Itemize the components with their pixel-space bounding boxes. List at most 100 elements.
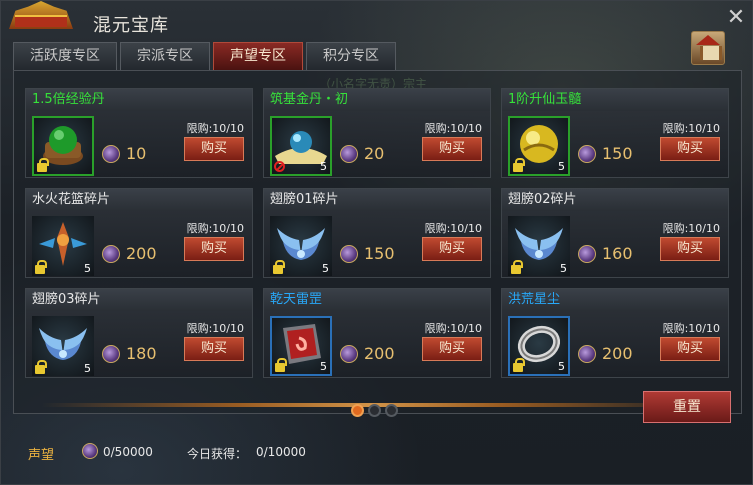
reset-button[interactable]: 重置 (643, 391, 731, 423)
window-title: 混元宝库 (93, 15, 169, 36)
buy-button[interactable]: 购买 (660, 337, 720, 361)
reputation-coin-icon (102, 145, 120, 163)
shop-item-card: 1.5倍经验丹 10 限购:10/10 购买 (25, 88, 253, 178)
item-name: 洪荒星尘 (502, 289, 728, 311)
shop-item-card: 筑基金丹・初 5 20 限购:10/10 购买 (263, 88, 491, 178)
buy-button[interactable]: 购买 (184, 237, 244, 261)
today-gain-value: 0/10000 (256, 445, 306, 459)
limit-prefix: 限购: (424, 222, 451, 235)
reputation-coin-icon (340, 345, 358, 363)
item-name: 水火花篮碎片 (26, 189, 252, 211)
purchase-limit: 限购:10/10 (187, 220, 244, 236)
building-icon[interactable] (691, 31, 725, 65)
limit-prefix: 限购: (186, 222, 213, 235)
item-count: 5 (320, 360, 327, 373)
item-price: 200 (602, 344, 633, 363)
shop-item-card: 翅膀01碎片 5 150 限购:10/10 购买 (263, 188, 491, 278)
close-button[interactable]: ✕ (724, 7, 748, 31)
buy-button[interactable]: 购买 (422, 137, 482, 161)
purchase-limit: 限购:10/10 (187, 320, 244, 336)
shop-item-card: 1阶升仙玉髓 5 150 限购:10/10 购买 (501, 88, 729, 178)
item-price: 160 (602, 244, 633, 263)
item-slot[interactable]: 5 (508, 216, 570, 276)
lock-icon (513, 358, 525, 372)
reputation-value: 0/50000 (103, 445, 153, 459)
limit-prefix: 限购: (662, 222, 689, 235)
forbidden-icon (274, 161, 285, 172)
buy-button[interactable]: 购买 (660, 137, 720, 161)
reputation-coin-icon (578, 245, 596, 263)
item-slot[interactable]: 5 (508, 316, 570, 376)
buy-button[interactable]: 购买 (184, 137, 244, 161)
item-slot[interactable]: 5 (32, 316, 94, 376)
item-slot[interactable]: 5 (32, 216, 94, 276)
item-price: 10 (126, 144, 147, 163)
item-slot[interactable]: 5 (270, 316, 332, 376)
tab-sect[interactable]: 宗派专区 (120, 42, 210, 70)
item-price: 200 (364, 344, 395, 363)
logo-base (15, 15, 67, 27)
limit-value: 10/10 (212, 322, 244, 335)
limit-value: 10/10 (212, 222, 244, 235)
buy-button[interactable]: 购买 (422, 337, 482, 361)
reputation-coin-icon (340, 245, 358, 263)
today-gain-label: 今日获得： (187, 447, 248, 461)
buy-button[interactable]: 购买 (660, 237, 720, 261)
tab-reputation[interactable]: 声望专区 (213, 42, 303, 70)
lock-icon (511, 260, 523, 274)
item-count: 5 (84, 262, 91, 275)
shop-item-card: 翅膀03碎片 5 180 限购:10/10 购买 (25, 288, 253, 378)
purchase-limit: 限购:10/10 (187, 120, 244, 136)
tab-activity[interactable]: 活跃度专区 (13, 42, 117, 70)
limit-prefix: 限购: (424, 122, 451, 135)
lock-icon (35, 360, 47, 374)
limit-value: 10/10 (450, 222, 482, 235)
item-name: 1阶升仙玉髓 (502, 89, 728, 111)
item-slot[interactable]: 5 (270, 216, 332, 276)
lock-icon (275, 358, 287, 372)
tab-points[interactable]: 积分专区 (306, 42, 396, 70)
item-slot[interactable]: 5 (270, 116, 332, 176)
item-price: 20 (364, 144, 385, 163)
limit-prefix: 限购: (424, 322, 451, 335)
item-name: 翅膀01碎片 (264, 189, 490, 211)
page-dot-1[interactable] (351, 404, 364, 417)
item-price: 180 (126, 344, 157, 363)
lock-icon (35, 260, 47, 274)
shop-item-card: 乾天雷罡 5 200 限购:10/10 购买 (263, 288, 491, 378)
item-count: 5 (320, 160, 327, 173)
item-name: 1.5倍经验丹 (26, 89, 252, 111)
reputation-coin-icon (340, 145, 358, 163)
lock-icon (513, 158, 525, 172)
item-slot[interactable]: 5 (508, 116, 570, 176)
item-name: 乾天雷罡 (264, 289, 490, 311)
item-price: 150 (364, 244, 395, 263)
limit-value: 10/10 (688, 222, 720, 235)
item-count: 5 (558, 360, 565, 373)
treasure-window: 混元宝库 ✕ 活跃度专区 宗派专区 声望专区 积分专区 （小名字无责）宗主 1.… (0, 0, 753, 485)
limit-value: 10/10 (688, 122, 720, 135)
item-name: 翅膀03碎片 (26, 289, 252, 311)
item-count: 5 (560, 262, 567, 275)
reputation-coin-icon (578, 345, 596, 363)
purchase-limit: 限购:10/10 (425, 320, 482, 336)
reputation-coin-icon (82, 443, 98, 459)
purchase-limit: 限购:10/10 (425, 120, 482, 136)
item-price: 150 (602, 144, 633, 163)
item-price: 200 (126, 244, 157, 263)
buy-button[interactable]: 购买 (422, 237, 482, 261)
limit-value: 10/10 (450, 322, 482, 335)
pagination (351, 404, 398, 417)
purchase-limit: 限购:10/10 (663, 220, 720, 236)
lock-icon (273, 260, 285, 274)
limit-prefix: 限购: (662, 122, 689, 135)
item-slot[interactable] (32, 116, 94, 176)
reputation-label: 声望 (28, 448, 55, 463)
limit-prefix: 限购: (186, 322, 213, 335)
purchase-limit: 限购:10/10 (425, 220, 482, 236)
page-dot-2[interactable] (368, 404, 381, 417)
item-count: 5 (322, 262, 329, 275)
page-dot-3[interactable] (385, 404, 398, 417)
buy-button[interactable]: 购买 (184, 337, 244, 361)
purchase-limit: 限购:10/10 (663, 120, 720, 136)
